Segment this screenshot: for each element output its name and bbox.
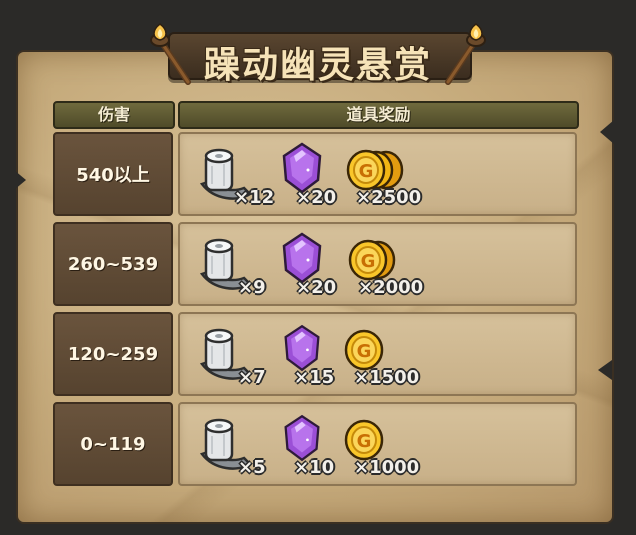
coin-item: G ×2500 [344, 140, 454, 210]
damage-range: 540以上 [53, 132, 173, 216]
damage-range: 120~259 [53, 312, 173, 396]
reward-row: 0~119 ×5 ×10 G ×1000 [53, 402, 577, 486]
coin-item: G ×1000 [342, 410, 452, 480]
title-banner: 躁动幽灵悬赏 [150, 22, 486, 86]
svg-text:G: G [359, 161, 374, 182]
bandage-item: ×12 [194, 140, 278, 210]
torn-edge-right-2 [598, 360, 612, 380]
gem-item: ×20 [280, 230, 350, 300]
svg-text:G: G [361, 251, 376, 272]
torn-edge-right [600, 120, 614, 144]
reward-cell: ×12 ×20 G ×2500 [178, 132, 577, 216]
coin-item: G ×1500 [342, 320, 452, 390]
bandage-item: ×7 [194, 320, 278, 390]
coin-item: G ×2000 [346, 230, 456, 300]
damage-range: 0~119 [53, 402, 173, 486]
bandage-quantity: ×7 [238, 367, 266, 388]
purple-gem-icon [284, 324, 320, 372]
gem-quantity: ×20 [296, 277, 337, 298]
gem-quantity: ×15 [294, 367, 335, 388]
coin-quantity: ×1000 [354, 457, 420, 478]
torch-icon [445, 23, 486, 85]
svg-text:G: G [357, 431, 372, 452]
coin-quantity: ×1500 [354, 367, 420, 388]
reward-cell: ×7 ×15 G ×1500 [178, 312, 577, 396]
torch-icon [150, 23, 191, 85]
damage-header: 伤害 [53, 101, 175, 129]
bandage-quantity: ×12 [234, 187, 275, 208]
gem-quantity: ×20 [296, 187, 337, 208]
coin-quantity: ×2500 [356, 187, 422, 208]
coin-quantity: ×2000 [358, 277, 424, 298]
svg-text:G: G [357, 341, 372, 362]
page-title: 躁动幽灵悬赏 [203, 45, 432, 86]
gem-item: ×20 [280, 140, 350, 210]
bandage-quantity: ×9 [238, 277, 266, 298]
reward-cell: ×5 ×10 G ×1000 [178, 402, 577, 486]
reward-row: 540以上 ×12 ×20 G ×2500 [53, 132, 577, 216]
gem-quantity: ×10 [294, 457, 335, 478]
reward-row: 120~259 ×7 ×15 G ×1500 [53, 312, 577, 396]
reward-row: 260~539 ×9 ×20 G ×2000 [53, 222, 577, 306]
bandage-item: ×9 [194, 230, 278, 300]
damage-range: 260~539 [53, 222, 173, 306]
bandage-quantity: ×5 [238, 457, 266, 478]
bandage-item: ×5 [194, 410, 278, 480]
reward-cell: ×9 ×20 G ×2000 [178, 222, 577, 306]
reward-header: 道具奖励 [178, 101, 579, 129]
purple-gem-icon [284, 414, 320, 462]
torn-edge-left [14, 170, 26, 190]
